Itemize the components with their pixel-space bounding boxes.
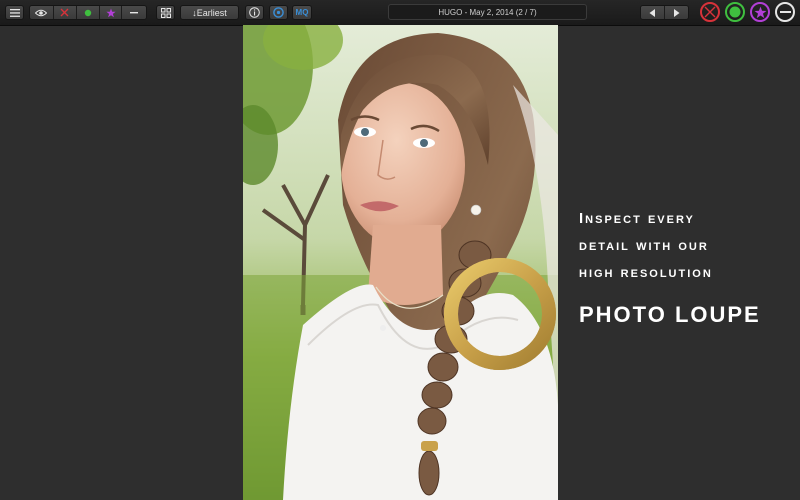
loupe-ring-icon bbox=[444, 258, 556, 370]
minus-filter-button[interactable] bbox=[122, 6, 146, 19]
sort-button[interactable]: ↓Earliest bbox=[180, 5, 239, 20]
accept-filter-button[interactable] bbox=[77, 6, 100, 19]
caption-line-1: Inspect every bbox=[579, 210, 695, 227]
rating-segment bbox=[29, 5, 147, 20]
window-title: HUGO - May 2, 2014 (2 / 7) bbox=[388, 4, 587, 20]
caption-line-2: detail with our bbox=[579, 237, 709, 254]
x-icon bbox=[704, 6, 716, 18]
eye-icon bbox=[35, 9, 48, 16]
green-dot-icon bbox=[729, 6, 741, 18]
accept-button[interactable] bbox=[725, 2, 745, 22]
view-button[interactable] bbox=[30, 6, 54, 19]
arrow-right-icon bbox=[674, 8, 680, 17]
star-icon bbox=[754, 6, 766, 18]
window-title-text: HUGO - May 2, 2014 (2 / 7) bbox=[438, 7, 537, 17]
menu-button[interactable] bbox=[5, 5, 24, 20]
reject-filter-button[interactable] bbox=[53, 6, 78, 19]
arrow-left-icon bbox=[649, 8, 655, 17]
minus-icon bbox=[130, 11, 139, 13]
star-button[interactable] bbox=[750, 2, 770, 22]
minus-icon bbox=[779, 10, 791, 13]
info-icon bbox=[249, 7, 260, 18]
nav-segment bbox=[640, 5, 689, 20]
marketing-caption: Inspect every detail with our high resol… bbox=[579, 205, 761, 328]
green-dot-icon bbox=[84, 9, 92, 16]
mq-button[interactable]: MQ bbox=[292, 5, 312, 20]
caption-line-3: high resolution bbox=[579, 264, 713, 281]
toolbar: ↓Earliest MQ HUGO - May 2, 2014 (2 / 7) bbox=[0, 0, 800, 26]
grid-view-button[interactable] bbox=[156, 5, 175, 20]
x-icon bbox=[60, 8, 69, 17]
zoom-icon bbox=[273, 7, 284, 18]
previous-button[interactable] bbox=[641, 6, 665, 19]
reject-button[interactable] bbox=[700, 2, 720, 22]
star-filter-button[interactable] bbox=[99, 6, 123, 19]
next-button[interactable] bbox=[665, 6, 688, 19]
mq-label: MQ bbox=[295, 8, 309, 17]
grid-icon bbox=[160, 7, 171, 18]
zoom-button[interactable] bbox=[269, 5, 288, 20]
menu-icon bbox=[9, 8, 20, 17]
info-button[interactable] bbox=[245, 5, 264, 20]
minus-button[interactable] bbox=[775, 2, 795, 22]
star-icon bbox=[105, 8, 116, 17]
sort-label: ↓Earliest bbox=[192, 7, 227, 18]
caption-headline: PHOTO LOUPE bbox=[579, 302, 761, 327]
